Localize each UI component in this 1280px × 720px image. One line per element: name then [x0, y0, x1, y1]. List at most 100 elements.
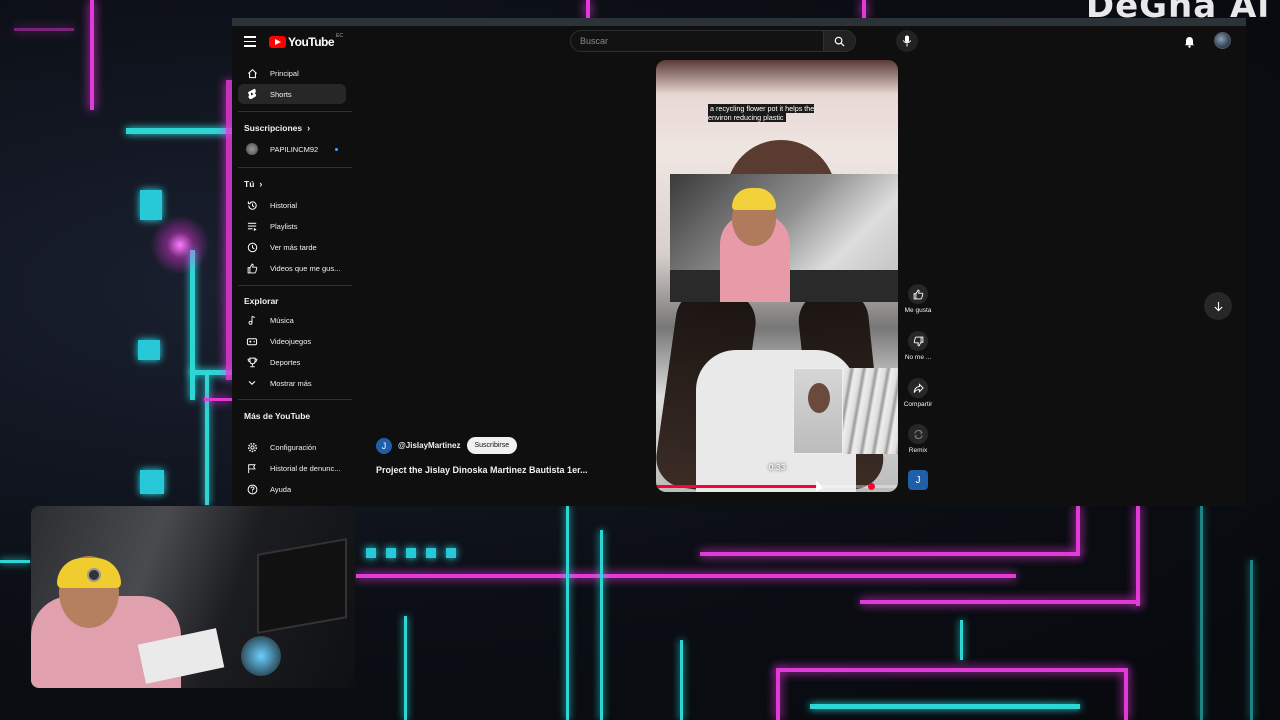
subscription-item-papilincm92[interactable]: PAPILINCM92 — [238, 139, 346, 159]
bell-icon — [1185, 37, 1194, 48]
dislike-label: No me ... — [904, 354, 932, 361]
thumbs-up-icon — [913, 289, 923, 299]
window-top-bar — [232, 18, 1246, 26]
sidebar-item-playlists[interactable]: Playlists — [238, 216, 346, 236]
like-button[interactable]: Me gusta — [898, 284, 938, 314]
sidebar-item-historial[interactable]: Historial — [238, 195, 346, 215]
subscribe-button[interactable]: Suscribirse — [466, 437, 518, 454]
share-icon — [913, 382, 924, 393]
history-icon — [242, 200, 262, 211]
dislike-button[interactable]: No me ... — [898, 331, 938, 361]
video-caption: a recycling flower pot it helps the envi… — [708, 104, 834, 122]
chevron-down-icon — [242, 378, 262, 388]
sidebar-item-label: Historial de denunc... — [270, 463, 341, 473]
sidebar-item-label: Ayuda — [270, 484, 292, 494]
sidebar-item-videojuegos[interactable]: Videojuegos — [238, 331, 346, 351]
share-button[interactable]: Compartir — [898, 378, 938, 408]
shorts-video-player[interactable]: a recycling flower pot it helps the envi… — [656, 60, 898, 492]
channel-shortcut-button[interactable]: J — [898, 470, 938, 490]
sidebar-item-report-history[interactable]: Historial de denunc... — [238, 458, 346, 478]
you-heading-label: Tú — [244, 179, 255, 189]
sidebar-divider — [238, 167, 352, 168]
sidebar-item-deportes[interactable]: Deportes — [238, 352, 346, 372]
next-short-button[interactable] — [1204, 292, 1232, 320]
search-icon — [834, 36, 845, 47]
watch-later-icon — [242, 242, 262, 253]
remix-button[interactable]: Remix — [898, 424, 938, 454]
channel-avatar — [246, 143, 258, 155]
sidebar-item-ver-mas-tarde[interactable]: Ver más tarde — [238, 237, 346, 257]
sidebar-item-principal[interactable]: Principal — [238, 63, 346, 83]
video-progress-bar[interactable] — [656, 483, 898, 490]
sidebar-item-liked-videos[interactable]: Videos que me gus... — [238, 258, 346, 278]
picture-in-picture-thumbnail — [793, 368, 843, 454]
subscriptions-heading-label: Suscripciones — [244, 123, 303, 133]
more-heading-label: Más de YouTube — [244, 411, 311, 421]
trophy-icon — [242, 357, 262, 368]
sidebar-item-label: Configuración — [270, 442, 317, 452]
sidebar-item-label: Deportes — [270, 357, 301, 367]
notifications-button[interactable] — [1184, 35, 1195, 53]
explore-heading-label: Explorar — [244, 296, 279, 306]
chevron-right-icon: › — [307, 123, 311, 133]
search-input[interactable] — [571, 31, 823, 51]
new-content-dot — [335, 147, 338, 151]
channel-handle[interactable]: @JislayMartinez — [398, 441, 461, 450]
pip-face — [808, 383, 830, 413]
music-icon — [242, 315, 262, 326]
sidebar-item-label: Mostrar más — [270, 378, 312, 388]
help-icon — [242, 484, 262, 495]
microphone-icon — [902, 35, 912, 47]
youtube-header: YouTube EC — [232, 26, 1246, 58]
sidebar-item-configuracion[interactable]: Configuración — [238, 437, 346, 457]
hamburger-menu-icon[interactable] — [244, 36, 256, 47]
sidebar-divider — [238, 285, 352, 286]
webcam-monitor — [257, 538, 347, 634]
sidebar-item-label: Ver más tarde — [270, 242, 317, 252]
flag-icon — [242, 463, 262, 474]
remix-label: Remix — [908, 447, 928, 454]
voice-search-button[interactable] — [896, 30, 918, 52]
sidebar-item-ayuda[interactable]: Ayuda — [238, 479, 346, 499]
more-from-youtube-heading: Más de YouTube — [244, 411, 310, 421]
sidebar-item-mostrar-mas[interactable]: Mostrar más — [238, 373, 346, 393]
subscription-label: PAPILINCM92 — [270, 144, 319, 154]
webcam-hat-goggle — [87, 568, 101, 582]
search-bar — [570, 30, 856, 52]
cam-person-hat — [732, 188, 776, 210]
you-heading[interactable]: Tú › — [244, 179, 262, 189]
sidebar-item-label: Videos que me gus... — [270, 263, 341, 273]
gear-icon — [242, 442, 262, 453]
like-label: Me gusta — [904, 307, 932, 314]
channel-info: J @JislayMartinez Suscribirse — [376, 437, 518, 454]
progress-scrubber[interactable] — [868, 483, 876, 490]
chevron-right-icon: › — [259, 179, 263, 189]
sidebar-item-label: Shorts — [270, 89, 292, 99]
youtube-logo[interactable]: YouTube EC — [269, 33, 343, 49]
pip-side-image — [843, 368, 898, 454]
subscriptions-heading[interactable]: Suscripciones › — [244, 123, 310, 133]
video-timestamp: 0:33 — [768, 462, 786, 472]
webcam-light — [241, 636, 281, 676]
sidebar-item-label: Principal — [270, 68, 299, 78]
explore-heading: Explorar — [244, 296, 279, 306]
channel-avatar[interactable]: J — [376, 437, 392, 454]
search-button[interactable] — [823, 31, 855, 51]
youtube-play-icon — [269, 36, 286, 48]
sidebar-item-label: Música — [270, 315, 294, 325]
channel-shortcut-avatar: J — [908, 470, 928, 490]
sidebar-divider — [238, 399, 352, 400]
browser-window: YouTube EC Principal Shorts Suscripci — [232, 18, 1246, 506]
sidebar-item-musica[interactable]: Música — [238, 310, 346, 330]
sidebar-item-shorts[interactable]: Shorts — [238, 84, 346, 104]
arrow-down-icon — [1213, 301, 1223, 311]
share-label: Compartir — [903, 401, 933, 408]
logo-country-code: EC — [336, 33, 343, 39]
sidebar-item-label: Playlists — [270, 221, 298, 231]
sidebar-divider — [238, 111, 352, 112]
streamer-cam-overlay — [670, 174, 898, 302]
playlists-icon — [242, 221, 262, 232]
thumbs-down-icon — [913, 336, 923, 346]
account-avatar[interactable] — [1214, 32, 1231, 49]
video-title[interactable]: Project the Jislay Dinoska Martinez Baut… — [376, 465, 616, 475]
